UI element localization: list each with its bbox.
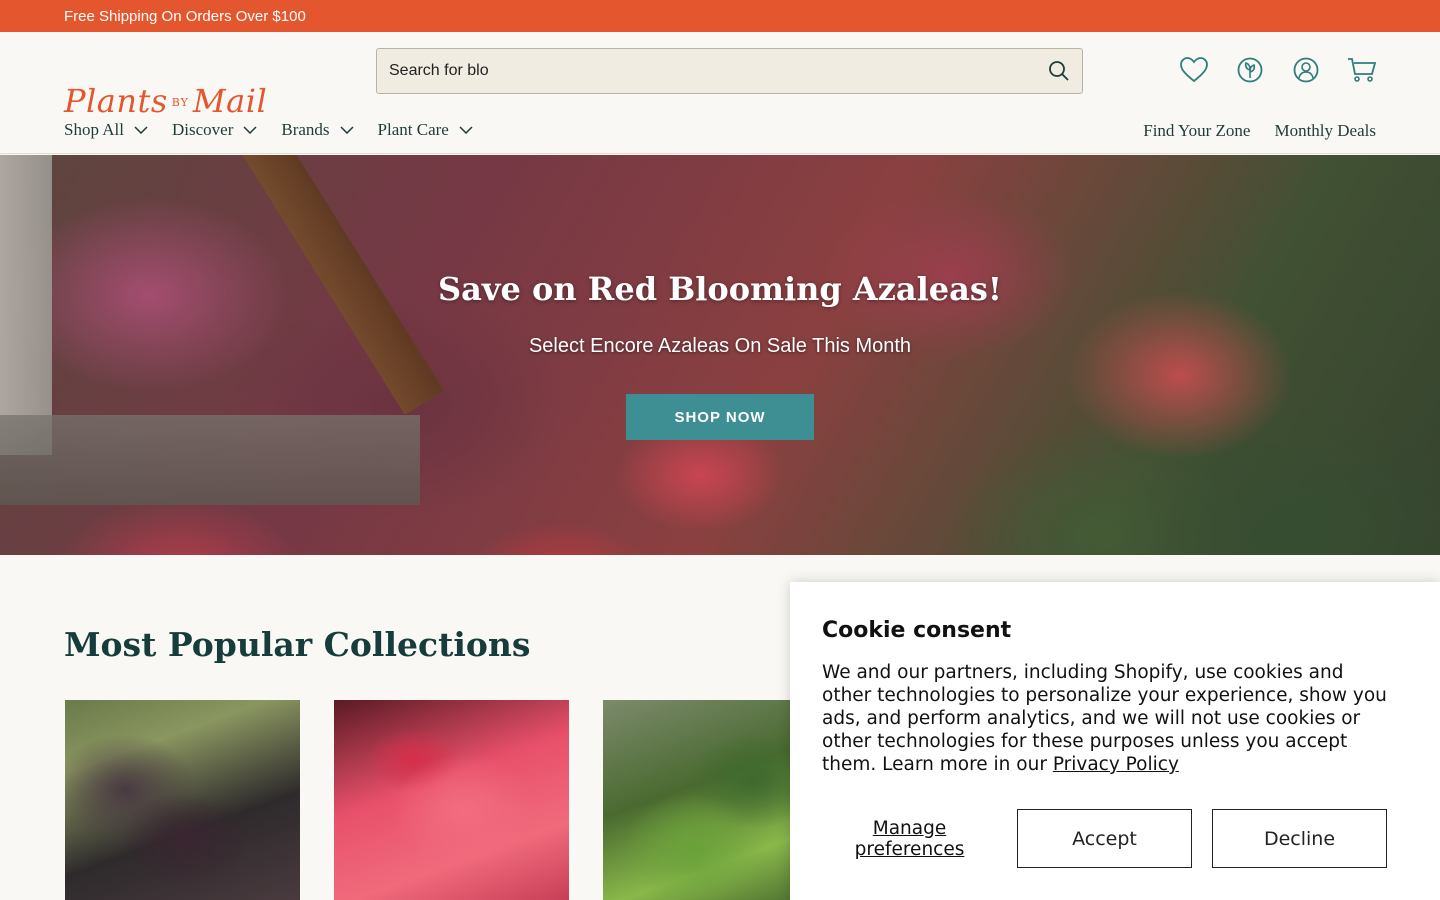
cart-icon[interactable] xyxy=(1346,54,1378,86)
chevron-down-icon xyxy=(459,126,473,134)
logo-word-by: BY xyxy=(171,96,189,109)
chevron-down-icon xyxy=(243,126,257,134)
cookie-title: Cookie consent xyxy=(822,618,1012,643)
cookie-text: We and our partners, including Shopify, … xyxy=(822,661,1394,776)
site-header: Plants BY Mail Shop All Discover xyxy=(0,32,1440,154)
monthly-deals-link[interactable]: Monthly Deals xyxy=(1274,121,1376,141)
hero-title: Save on Red Blooming Azaleas! xyxy=(438,270,1002,308)
cookie-actions: Manage preferences Accept Decline xyxy=(822,809,1387,868)
chevron-down-icon xyxy=(340,126,354,134)
logo[interactable]: Plants BY Mail xyxy=(64,82,267,120)
nav-label: Discover xyxy=(172,120,234,139)
promo-text: Free Shipping On Orders Over $100 xyxy=(64,7,306,25)
nav-shop-all[interactable]: Shop All xyxy=(64,120,148,140)
nav-label: Brands xyxy=(281,120,330,139)
manage-preferences-link[interactable]: Manage preferences xyxy=(822,818,997,860)
hero-subtitle: Select Encore Azaleas On Sale This Month xyxy=(528,335,912,357)
plant-zone-icon[interactable] xyxy=(1234,54,1266,86)
nav-label: Plant Care xyxy=(377,120,449,139)
collection-card[interactable] xyxy=(334,700,569,900)
nav-discover[interactable]: Discover xyxy=(172,120,257,140)
promo-bar: Free Shipping On Orders Over $100 xyxy=(0,0,1440,32)
search-bar xyxy=(376,48,1083,94)
logo-word-mail: Mail xyxy=(192,82,268,120)
hero-content: Save on Red Blooming Azaleas! Select Enc… xyxy=(0,155,1440,555)
nav-label: Shop All xyxy=(64,120,124,139)
collections-title: Most Popular Collections xyxy=(64,625,531,664)
decline-button[interactable]: Decline xyxy=(1212,809,1387,868)
collection-card[interactable] xyxy=(65,700,300,900)
privacy-policy-link[interactable]: Privacy Policy xyxy=(1053,754,1179,775)
search-input[interactable] xyxy=(377,62,1036,80)
secondary-nav: Find Your Zone Monthly Deals xyxy=(1143,121,1376,141)
accept-button[interactable]: Accept xyxy=(1017,809,1192,868)
nav-plant-care[interactable]: Plant Care xyxy=(378,120,473,140)
collections-list xyxy=(65,700,838,900)
heart-icon[interactable] xyxy=(1178,54,1210,86)
account-icon[interactable] xyxy=(1290,54,1322,86)
shop-now-button[interactable]: SHOP NOW xyxy=(626,394,814,440)
search-icon[interactable] xyxy=(1036,49,1082,93)
find-your-zone-link[interactable]: Find Your Zone xyxy=(1143,121,1250,141)
hero-banner: Save on Red Blooming Azaleas! Select Enc… xyxy=(0,155,1440,555)
chevron-down-icon xyxy=(134,126,148,134)
main-nav: Shop All Discover Brands Plant Care xyxy=(64,120,473,140)
header-actions xyxy=(1178,54,1378,86)
cookie-consent-dialog: Cookie consent We and our partners, incl… xyxy=(790,582,1440,900)
nav-brands[interactable]: Brands xyxy=(281,120,354,140)
logo-word-plants: Plants xyxy=(64,82,168,120)
